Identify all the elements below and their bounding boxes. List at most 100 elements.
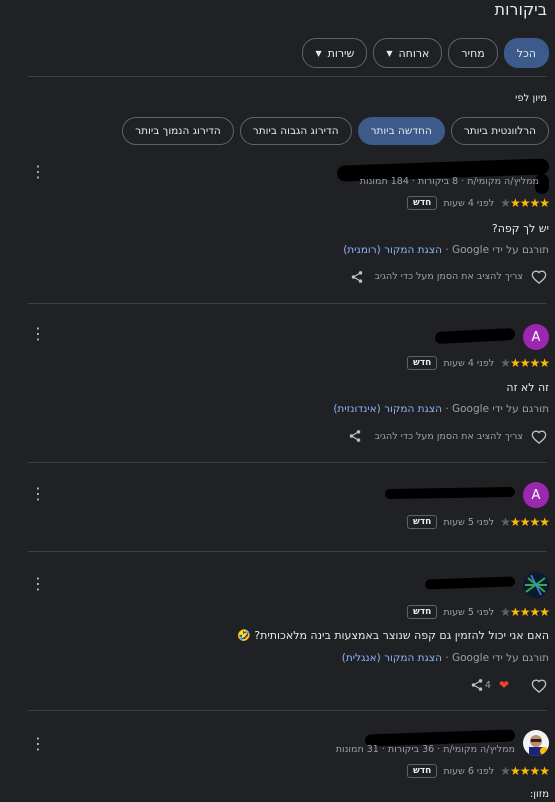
heart-icon[interactable]: [531, 268, 547, 284]
star-icon: ★: [509, 605, 521, 619]
star-rating: ★★★★★: [500, 515, 550, 529]
more-options-icon[interactable]: ⋮: [30, 164, 46, 180]
filter-chip-label: שירות: [327, 46, 355, 60]
avatar-letter: A: [531, 487, 541, 503]
star-icon: ★: [509, 515, 521, 529]
star-icon: ★: [539, 605, 550, 619]
sort-lowest[interactable]: הדירוג הנמוך ביותר: [122, 117, 234, 145]
divider: [28, 551, 547, 552]
caret-down-icon: ▼: [386, 48, 393, 58]
translated-by: תורגם על ידי Google ·: [441, 244, 549, 256]
show-original-link[interactable]: הצגת המקור (אנגלית): [342, 652, 442, 664]
rating-row: ★★★★★ לפני 4 שעות חדש: [407, 356, 550, 370]
reviewer-meta: ממליץ/ה מקומי/ת · 36 ביקורות · 31 תמונות: [335, 744, 515, 755]
heart-icon[interactable]: [531, 428, 547, 444]
star-rating: ★★★★★: [500, 196, 550, 210]
review-text: האם אני יכול להזמין גם קפה שנוצר באמצעות…: [237, 629, 549, 642]
redacted-name: [434, 327, 516, 345]
more-options-icon[interactable]: ⋮: [30, 576, 46, 592]
review-card: ⋮ A ★★★★★ לפני 5 שעות חדש: [28, 478, 550, 548]
star-icon: ★: [509, 356, 521, 370]
avatar[interactable]: [523, 730, 549, 756]
share-icon[interactable]: [469, 677, 485, 693]
like-hint: צריך להציב את הסמן מעל כדי להגיב: [374, 430, 523, 442]
review-card: ⋮ ממליץ/ה מקומי/ת · 8 ביקורות · 184 תמונ…: [28, 158, 550, 300]
avatar-image: [525, 574, 547, 596]
more-options-icon[interactable]: ⋮: [30, 486, 46, 502]
filter-chips: הכל מחיר ארוחה ▼ שירות ▼: [302, 38, 549, 68]
rating-row: ★★★★★ לפני 6 שעות חדש: [407, 764, 550, 778]
review-text: זה לא זה: [506, 381, 549, 394]
filter-chip-all[interactable]: הכל: [503, 38, 549, 68]
star-icon: ★: [529, 196, 540, 210]
translation-note: תורגם על ידי Google · הצגת המקור (רומנית…: [343, 244, 549, 256]
like-hint: צריך להציב את הסמן מעל כדי להגיב: [374, 270, 523, 282]
review-text: יש לך קפה?: [491, 222, 549, 235]
new-badge: חדש: [407, 515, 438, 529]
filter-chip-meal[interactable]: ארוחה ▼: [373, 38, 443, 68]
star-rating: ★★★★★: [500, 764, 550, 778]
review-time: לפני 6 שעות: [443, 765, 495, 777]
rating-row: ★★★★★ לפני 4 שעות חדש: [407, 196, 550, 210]
review-card: ⋮ ★★★★★ לפני 5 שעות חדש האם אני יכול להז…: [28, 568, 550, 698]
translated-by: תורגם על ידי Google ·: [441, 403, 549, 415]
star-icon: ★: [519, 764, 531, 778]
divider: [28, 303, 547, 304]
filter-chip-label: ארוחה: [398, 46, 430, 60]
review-text: מזון:: [529, 789, 549, 800]
star-icon: ★: [519, 196, 531, 210]
star-icon: ★: [519, 515, 531, 529]
sort-chip-label: הרלוונטית ביותר: [463, 125, 536, 137]
more-options-icon[interactable]: ⋮: [30, 736, 46, 752]
rating-row: ★★★★★ לפני 5 שעות חדש: [407, 605, 550, 619]
more-options-icon[interactable]: ⋮: [30, 326, 46, 342]
sort-chip-label: הדירוג הנמוך ביותר: [135, 125, 221, 137]
filter-chip-price[interactable]: מחיר: [448, 38, 498, 68]
star-icon: ★: [529, 515, 540, 529]
avatar[interactable]: [523, 572, 549, 598]
redacted-name: [384, 486, 516, 500]
star-icon: ★: [539, 356, 550, 370]
reaction-heart-icon: ❤: [498, 678, 509, 692]
divider: [28, 76, 547, 77]
redacted-name: [424, 576, 516, 590]
review-card: ⋮ ממליץ/ה מקומי/ת · 36 ביקורות · 31 תמונ…: [28, 728, 550, 802]
star-icon: ★: [529, 605, 540, 619]
filter-chip-label: הכל: [516, 46, 536, 60]
translation-note: תורגם על ידי Google · הצגת המקור (אנגלית…: [342, 652, 549, 664]
avatar-letter: A: [531, 329, 541, 345]
reviewer-meta: ממליץ/ה מקומי/ת · 8 ביקורות · 184 תמונות: [359, 176, 539, 187]
translation-note: תורגם על ידי Google · הצגת המקור (אינדונ…: [333, 403, 549, 415]
review-card: ⋮ A ★★★★★ לפני 4 שעות חדש זה לא זה תורגם…: [28, 318, 550, 458]
sort-label: מיון לפי: [515, 93, 547, 104]
filter-chip-label: מחיר: [461, 46, 485, 60]
share-icon[interactable]: [347, 428, 363, 444]
reviews-title: ביקורות: [494, 0, 547, 19]
star-icon: ★: [500, 515, 511, 529]
star-rating: ★★★★★: [500, 356, 550, 370]
star-icon: ★: [500, 605, 511, 619]
show-original-link[interactable]: הצגת המקור (אינדונזית): [333, 403, 442, 415]
sort-chips: הרלוונטית ביותר החדשה ביותר הדירוג הגבוה…: [122, 117, 549, 145]
star-icon: ★: [509, 196, 521, 210]
share-icon[interactable]: [349, 269, 365, 285]
new-badge: חדש: [407, 764, 438, 778]
sort-highest[interactable]: הדירוג הגבוה ביותר: [239, 117, 352, 145]
star-icon: ★: [529, 356, 540, 370]
filter-chip-service[interactable]: שירות ▼: [302, 38, 368, 68]
show-original-link[interactable]: הצגת המקור (רומנית): [343, 244, 442, 256]
review-time: לפני 4 שעות: [443, 357, 495, 369]
heart-icon[interactable]: [531, 677, 547, 693]
star-icon: ★: [509, 764, 521, 778]
sort-relevant[interactable]: הרלוונטית ביותר: [450, 117, 549, 145]
star-icon: ★: [519, 356, 531, 370]
avatar-image: [529, 735, 548, 756]
star-icon: ★: [529, 764, 540, 778]
avatar[interactable]: A: [523, 482, 549, 508]
review-actions: ❤ 4: [485, 677, 547, 693]
star-icon: ★: [500, 196, 511, 210]
divider: [28, 462, 547, 463]
sort-newest[interactable]: החדשה ביותר: [357, 117, 445, 145]
avatar[interactable]: A: [523, 324, 549, 350]
review-actions: צריך להציב את הסמן מעל כדי להגיב: [375, 428, 547, 444]
